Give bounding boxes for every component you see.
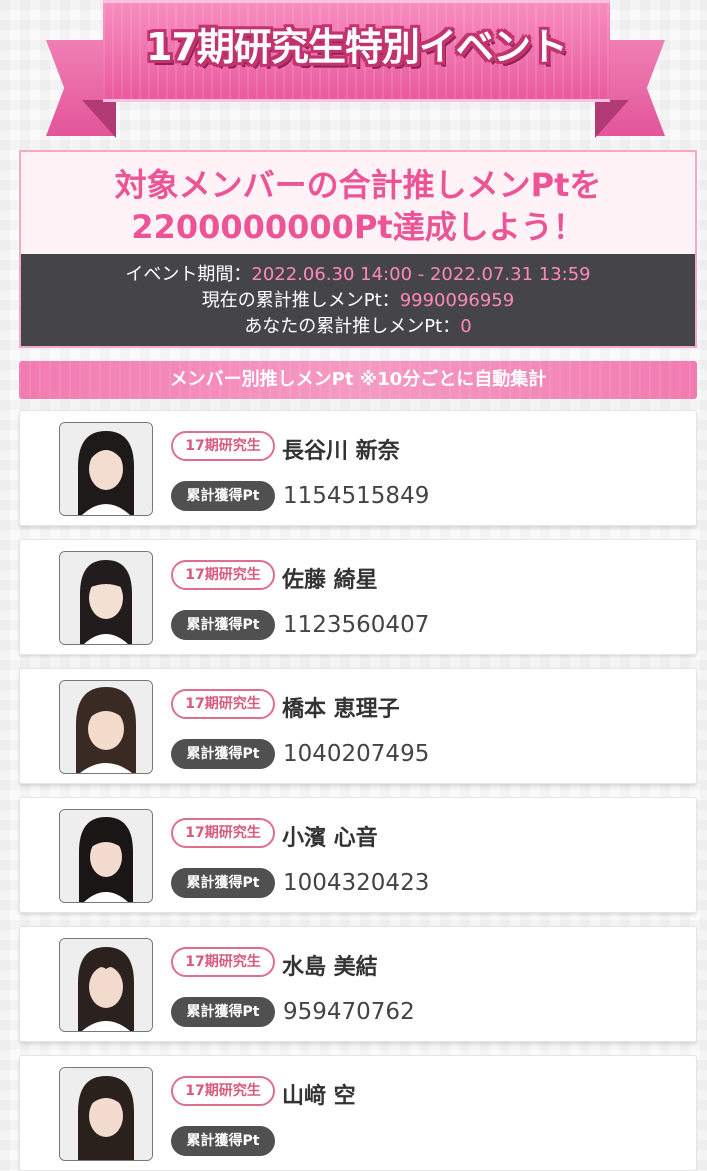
member-card[interactable]: 17期研究生 長谷川 新奈 累計獲得Pt 1154515849	[19, 410, 697, 526]
banner-title: 17期研究生特別イベント	[146, 25, 568, 69]
your-points-label: あなたの累計推しメンPt：	[244, 316, 461, 337]
generation-badge: 17期研究生	[171, 947, 275, 977]
member-photo	[59, 680, 153, 774]
member-photo	[59, 1067, 153, 1161]
member-points: 1154515849	[283, 483, 430, 509]
section-header: メンバー別推しメンPt ※10分ごとに自動集計	[19, 361, 697, 399]
member-card[interactable]: 17期研究生 山﨑 空 累計獲得Pt	[19, 1055, 697, 1171]
goal-box: 対象メンバーの合計推しメンPtを 2200000000Pt達成しよう！ イベント…	[19, 150, 697, 348]
cumulative-points-value: 9990096959	[399, 290, 515, 311]
member-photo	[59, 551, 153, 645]
member-photo	[59, 809, 153, 903]
your-points-row: あなたの累計推しメンPt：0	[21, 314, 695, 340]
generation-badge: 17期研究生	[171, 560, 275, 590]
event-period-value: 2022.06.30 14:00 - 2022.07.31 13:59	[251, 264, 591, 285]
points-label-badge: 累計獲得Pt	[171, 481, 275, 511]
points-label-badge: 累計獲得Pt	[171, 1126, 275, 1156]
event-period-label: イベント期間：	[125, 264, 252, 285]
member-photo	[59, 938, 153, 1032]
member-card[interactable]: 17期研究生 橋本 恵理子 累計獲得Pt 1040207495	[19, 668, 697, 784]
member-points: 1123560407	[283, 612, 430, 638]
member-name: 水島 美結	[282, 955, 378, 980]
goal-headline: 対象メンバーの合計推しメンPtを 2200000000Pt達成しよう！	[21, 152, 695, 254]
goal-line-2: 2200000000Pt達成しよう！	[131, 208, 585, 246]
goal-line-1: 対象メンバーの合計推しメンPtを	[114, 166, 602, 204]
points-label-badge: 累計獲得Pt	[171, 868, 275, 898]
member-name: 長谷川 新奈	[282, 439, 400, 464]
generation-badge: 17期研究生	[171, 689, 275, 719]
cumulative-points-row: 現在の累計推しメンPt：9990096959	[21, 288, 695, 314]
member-photo	[59, 422, 153, 516]
points-label-badge: 累計獲得Pt	[171, 610, 275, 640]
points-label-badge: 累計獲得Pt	[171, 997, 275, 1027]
member-name: 山﨑 空	[282, 1084, 356, 1109]
member-points: 959470762	[283, 999, 415, 1025]
your-points-value: 0	[460, 316, 472, 337]
member-card[interactable]: 17期研究生 佐藤 綺星 累計獲得Pt 1123560407	[19, 539, 697, 655]
member-card[interactable]: 17期研究生 小濱 心音 累計獲得Pt 1004320423	[19, 797, 697, 913]
member-points: 1040207495	[283, 741, 430, 767]
member-name: 小濱 心音	[282, 826, 378, 851]
member-name: 佐藤 綺星	[282, 568, 378, 593]
generation-badge: 17期研究生	[171, 818, 275, 848]
member-points: 1004320423	[283, 870, 430, 896]
member-card[interactable]: 17期研究生 水島 美結 累計獲得Pt 959470762	[19, 926, 697, 1042]
member-name: 橋本 恵理子	[282, 697, 400, 722]
generation-badge: 17期研究生	[171, 431, 275, 461]
cumulative-points-label: 現在の累計推しメンPt：	[201, 290, 400, 311]
event-info-panel: イベント期間：2022.06.30 14:00 - 2022.07.31 13:…	[21, 254, 695, 346]
event-banner: 17期研究生特別イベント	[0, 0, 707, 148]
points-label-badge: 累計獲得Pt	[171, 739, 275, 769]
event-period-row: イベント期間：2022.06.30 14:00 - 2022.07.31 13:…	[21, 262, 695, 288]
